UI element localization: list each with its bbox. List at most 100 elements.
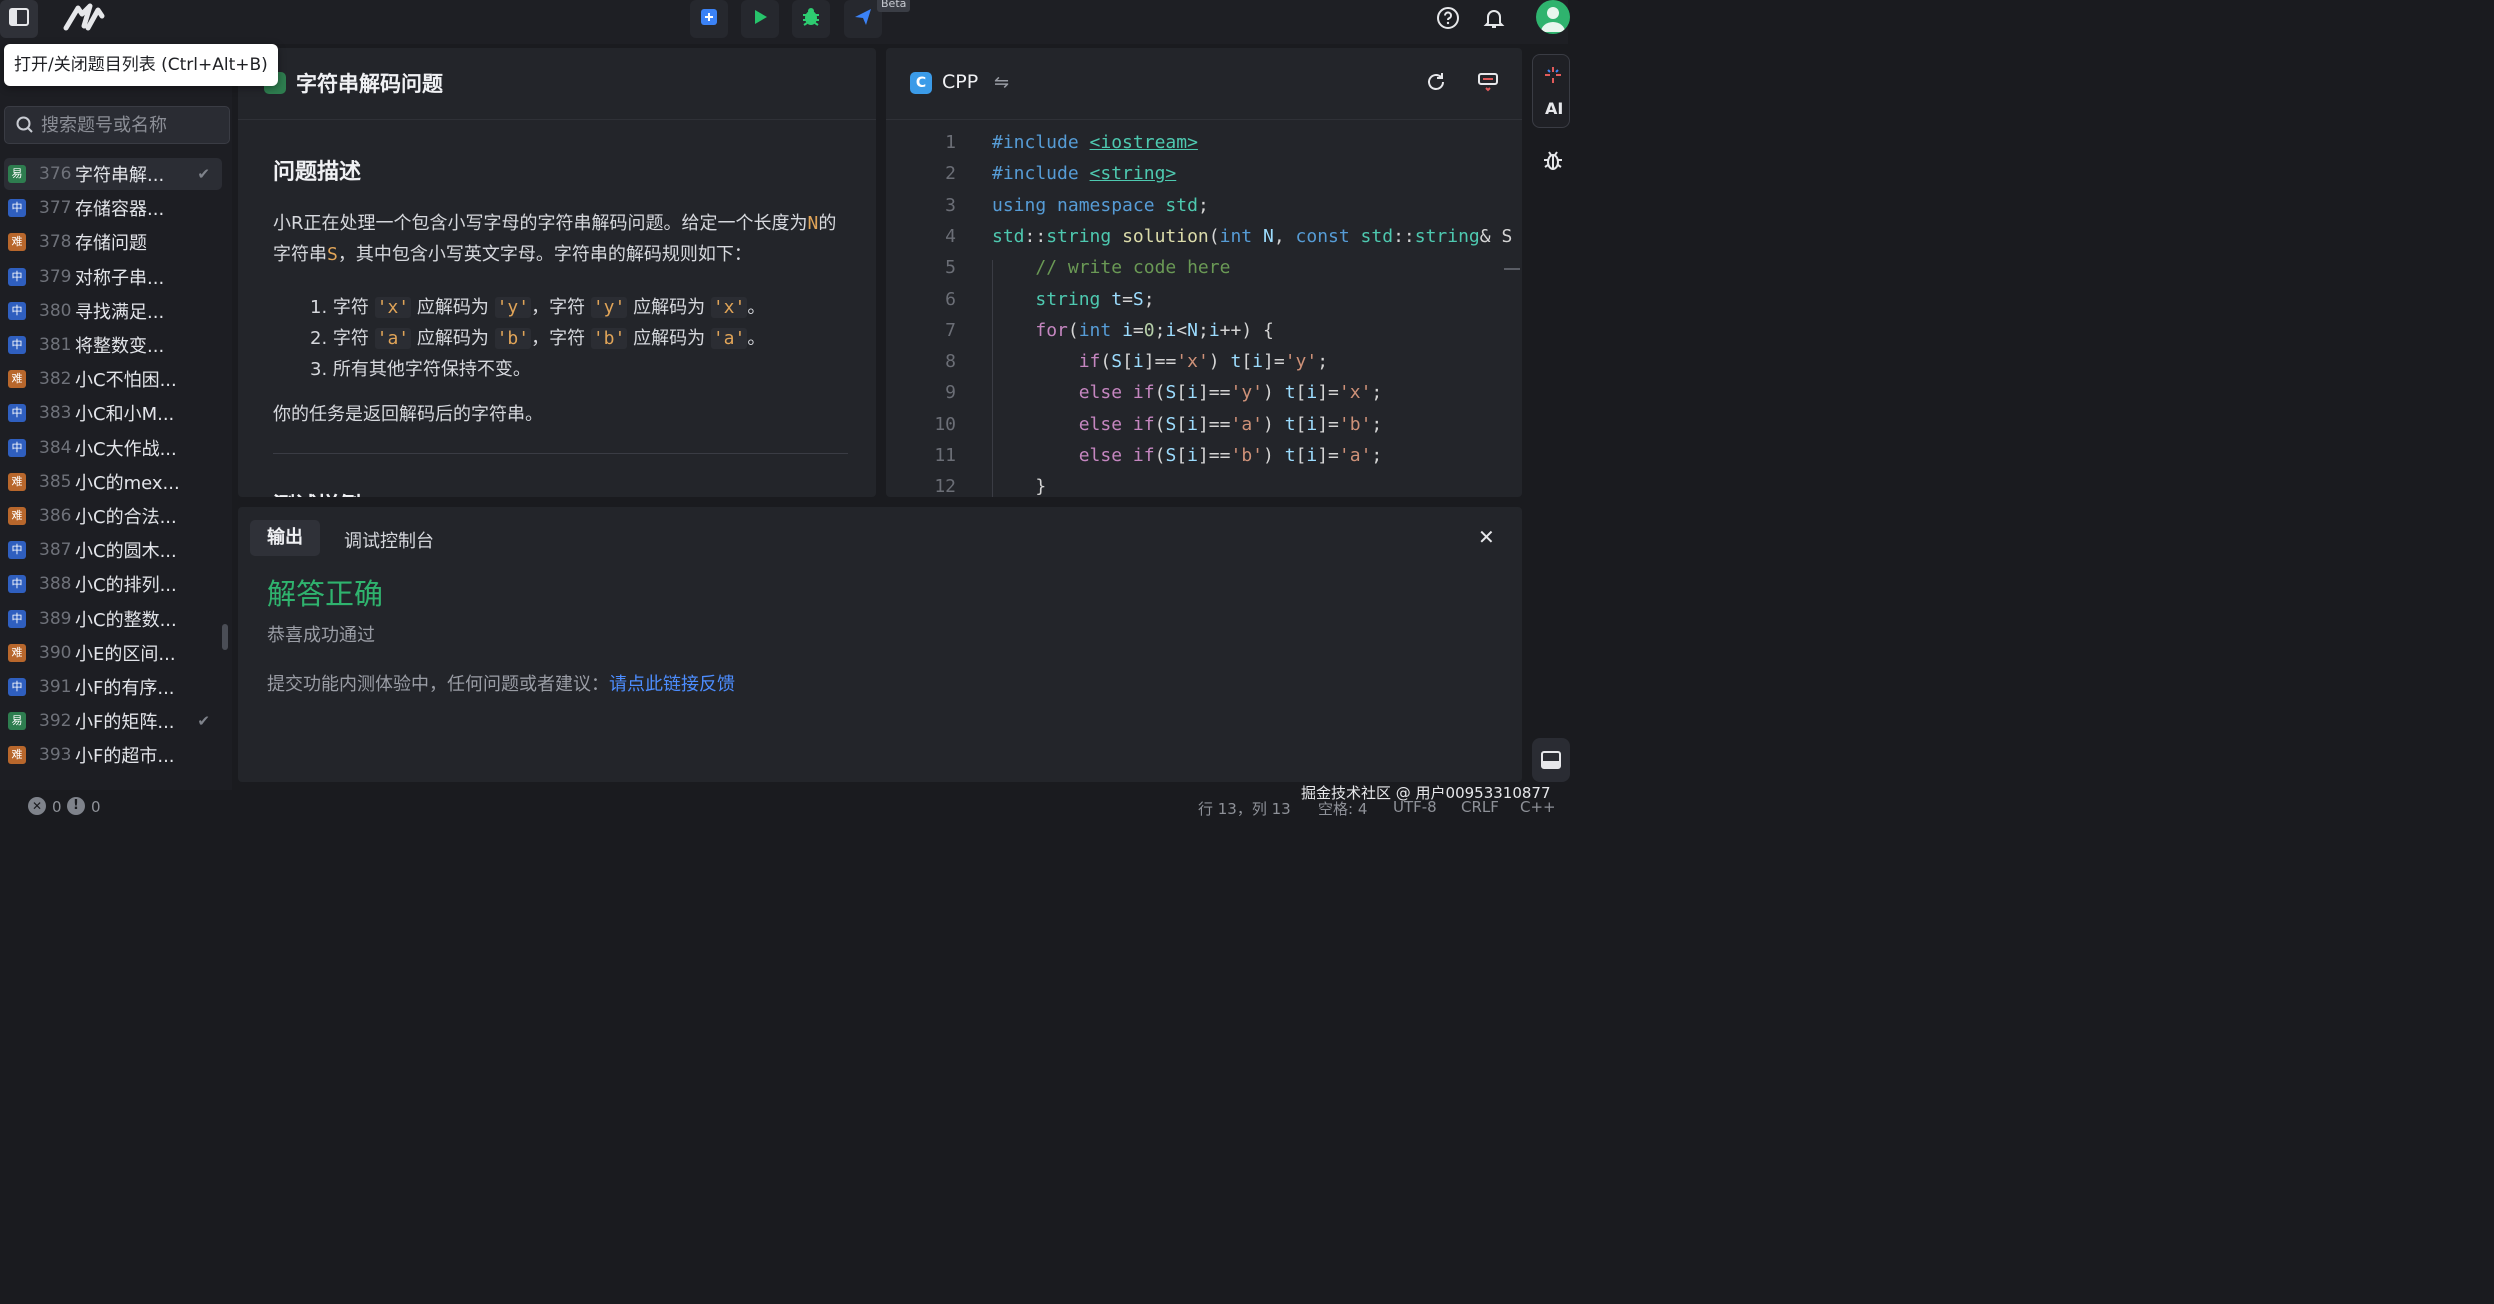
line-number: 1 bbox=[945, 132, 956, 153]
help-icon[interactable] bbox=[1434, 4, 1462, 32]
problem-title: 字符串解码问题 bbox=[296, 72, 443, 96]
problem-item-389[interactable]: 中 389 小C的整数... bbox=[4, 603, 222, 635]
search-icon bbox=[16, 116, 33, 133]
problem-item-385[interactable]: 难 385 小C的mex... bbox=[4, 466, 222, 498]
encoding[interactable]: UTF-8 bbox=[1393, 798, 1437, 816]
format-code-icon[interactable] bbox=[1476, 70, 1500, 98]
line-ending[interactable]: CRLF bbox=[1461, 798, 1499, 816]
debug-button[interactable] bbox=[792, 0, 830, 38]
line-number: 12 bbox=[934, 476, 956, 497]
error-count[interactable]: 0 bbox=[52, 798, 62, 816]
char-literal: 'y' bbox=[590, 297, 628, 318]
char-literal: 'x' bbox=[374, 297, 412, 318]
indent-setting[interactable]: 空格: 4 bbox=[1318, 798, 1367, 819]
problem-title: 小F的矩阵... bbox=[75, 712, 175, 734]
code-text: #include <string> bbox=[992, 163, 1177, 185]
rule-text: 应解码为 bbox=[411, 328, 495, 349]
var-s: S bbox=[327, 244, 338, 265]
run-icon bbox=[751, 8, 769, 30]
problem-item-383[interactable]: 中 383 小C和小M... bbox=[4, 397, 222, 429]
code-text: else if(S[i]=='b') t[i]='a'; bbox=[1078, 445, 1383, 466]
submit-button[interactable] bbox=[690, 0, 728, 38]
language-selector[interactable]: CPP bbox=[942, 71, 978, 93]
code-line[interactable]: 8 if(S[i]=='x') t[i]='y'; bbox=[886, 351, 1522, 382]
swap-language-icon[interactable]: ⇋ bbox=[994, 72, 1009, 93]
problem-item-376[interactable]: 易 376 字符串解... ✔ bbox=[4, 158, 222, 190]
line-number: 10 bbox=[934, 413, 956, 435]
problem-item-388[interactable]: 中 388 小C的排列... bbox=[4, 568, 222, 600]
warning-count[interactable]: 0 bbox=[91, 798, 101, 816]
problem-item-378[interactable]: 难 378 存储问题 bbox=[4, 226, 222, 258]
problem-item-381[interactable]: 中 381 将整数变... bbox=[4, 329, 222, 361]
code-line[interactable]: 5 // write code here bbox=[886, 257, 1522, 288]
problem-item-386[interactable]: 难 386 小C的合法... bbox=[4, 500, 222, 532]
search-input[interactable] bbox=[41, 114, 221, 136]
problem-number: 385 bbox=[39, 471, 72, 492]
close-output-icon[interactable]: ✕ bbox=[1478, 525, 1495, 549]
next-section-heading: 测试样例 bbox=[273, 488, 361, 497]
cursor-position[interactable]: 行 13，列 13 bbox=[1198, 798, 1291, 819]
difficulty-badge: 中 bbox=[8, 678, 26, 696]
run-button[interactable] bbox=[741, 0, 779, 38]
reset-code-icon[interactable] bbox=[1424, 70, 1448, 98]
problem-title: 小C的排列... bbox=[75, 575, 177, 597]
avatar[interactable] bbox=[1536, 0, 1570, 34]
code-line[interactable]: 10 else if(S[i]=='a') t[i]='b'; bbox=[886, 414, 1522, 445]
rule-text: ，字符 bbox=[531, 297, 591, 318]
code-line[interactable]: 12 } bbox=[886, 476, 1522, 497]
problem-item-392[interactable]: 易 392 小F的矩阵... ✔ bbox=[4, 705, 222, 737]
code-line[interactable]: 7 for(int i=0;i<N;i++) { bbox=[886, 320, 1522, 351]
problem-item-387[interactable]: 中 387 小C的圆木... bbox=[4, 534, 222, 566]
bug-report-icon[interactable] bbox=[1542, 148, 1564, 176]
sparkle-icon bbox=[1543, 65, 1563, 89]
indent-guide bbox=[992, 260, 993, 497]
code-line[interactable]: 1 #include <iostream> bbox=[886, 132, 1522, 163]
problem-item-393[interactable]: 难 393 小F的超市... bbox=[4, 739, 222, 771]
problem-item-377[interactable]: 中 377 存储容器... bbox=[4, 192, 222, 224]
ai-assistant-button[interactable]: AI bbox=[1532, 54, 1570, 128]
warning-icon[interactable]: ! bbox=[67, 797, 85, 815]
code-line[interactable]: 9 else if(S[i]=='y') t[i]='x'; bbox=[886, 382, 1522, 413]
difficulty-badge: 中 bbox=[8, 336, 26, 354]
tab-debug-console[interactable]: 调试控制台 bbox=[344, 527, 434, 553]
difficulty-badge: 中 bbox=[8, 404, 26, 423]
problem-title: 小C的圆木... bbox=[75, 541, 177, 563]
problem-number: 390 bbox=[39, 642, 72, 663]
sidebar-toggle-button[interactable] bbox=[0, 0, 38, 38]
minimap-marker bbox=[1504, 268, 1520, 270]
beta-badge: Beta bbox=[877, 0, 911, 12]
problem-item-391[interactable]: 中 391 小F的有序... bbox=[4, 671, 222, 703]
code-text: using namespace std; bbox=[992, 194, 1209, 216]
search-box[interactable] bbox=[4, 106, 230, 144]
code-line[interactable]: 3 using namespace std; bbox=[886, 195, 1522, 226]
code-line[interactable]: 11 else if(S[i]=='b') t[i]='a'; bbox=[886, 445, 1522, 476]
problem-title: 小E的区间... bbox=[75, 643, 176, 665]
problem-title: 小C的合法... bbox=[75, 507, 177, 528]
problem-item-379[interactable]: 中 379 对称子串... bbox=[4, 261, 222, 293]
code-text: std::string solution(int N, const std::s… bbox=[992, 225, 1513, 247]
code-line[interactable]: 2 #include <string> bbox=[886, 163, 1522, 194]
code-line[interactable]: 6 string t=S; bbox=[886, 289, 1522, 320]
line-number: 7 bbox=[945, 319, 956, 341]
code-area[interactable]: 1 #include <iostream> 2 #include <string> 3 u… bbox=[886, 132, 1522, 497]
bell-icon[interactable] bbox=[1480, 4, 1508, 32]
problem-title: 小C不怕困... bbox=[75, 370, 177, 392]
feedback-link[interactable]: 请点此链接反馈 bbox=[609, 674, 735, 695]
difficulty-badge: 中 bbox=[8, 438, 26, 457]
error-icon[interactable]: ✕ bbox=[28, 797, 46, 815]
avatar-icon bbox=[1541, 7, 1565, 32]
problem-item-390[interactable]: 难 390 小E的区间... bbox=[4, 637, 222, 669]
problem-item-384[interactable]: 中 384 小C大作战... bbox=[4, 432, 222, 464]
code-line[interactable]: 4 std::string solution(int N, const std::… bbox=[886, 226, 1522, 257]
problem-number: 388 bbox=[39, 574, 72, 595]
problem-item-380[interactable]: 中 380 寻找满足... bbox=[4, 295, 222, 327]
problem-number: 391 bbox=[39, 677, 72, 697]
tab-output[interactable]: 输出 bbox=[250, 520, 320, 556]
toggle-panel-button[interactable] bbox=[1532, 738, 1570, 782]
problem-item-382[interactable]: 难 382 小C不怕困... bbox=[4, 363, 222, 395]
rule-item: 3. 所有其他字符保持不变。 bbox=[310, 359, 531, 380]
sidebar-scrollbar[interactable] bbox=[222, 624, 228, 650]
problem-number: 393 bbox=[39, 745, 72, 766]
language-mode[interactable]: C++ bbox=[1520, 798, 1556, 816]
submit-icon bbox=[699, 7, 719, 31]
